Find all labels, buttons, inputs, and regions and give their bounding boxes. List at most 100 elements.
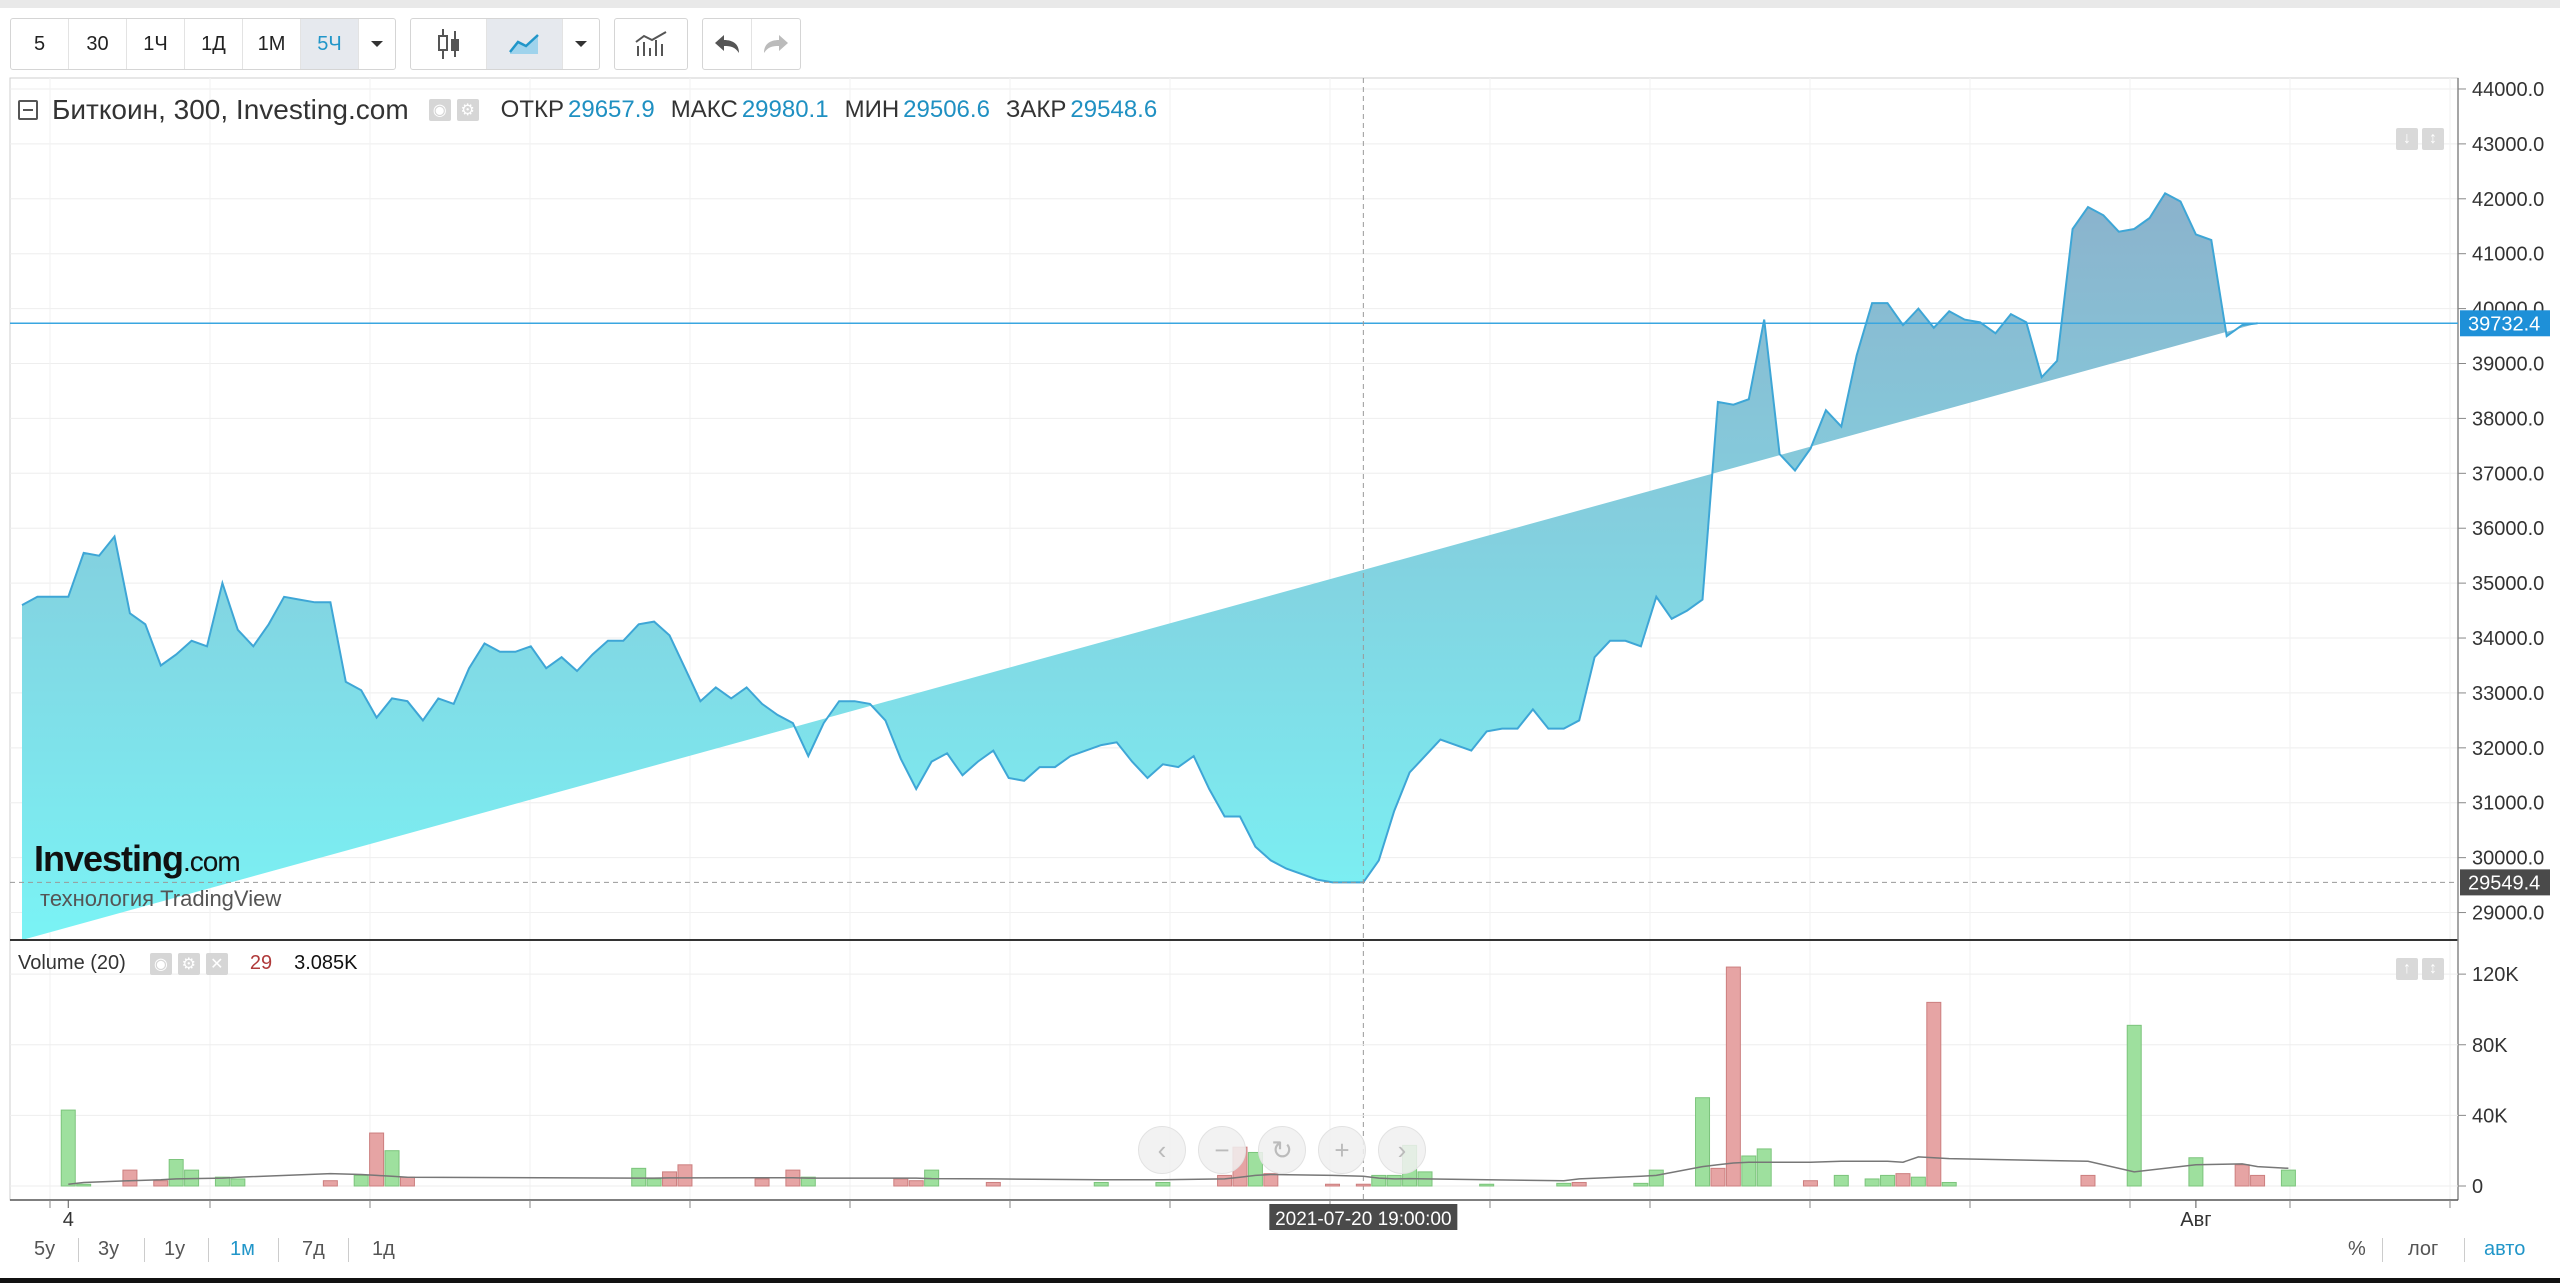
volume-bar bbox=[1756, 1148, 1772, 1187]
y-tick-label: 30000.0 bbox=[2472, 848, 2544, 870]
zoom-out-icon[interactable]: − bbox=[1198, 1126, 1246, 1174]
volume-bar bbox=[1648, 1169, 1664, 1187]
x-tick-label: Авг bbox=[2180, 1209, 2211, 1230]
y-tick-label: 39000.0 bbox=[2472, 354, 2544, 376]
separator bbox=[2464, 1238, 2465, 1262]
price-legend: Биткоин, 300, Investing.com ◉ ⚙ ОТКР 296… bbox=[18, 94, 1157, 126]
range-1m[interactable]: 1м bbox=[230, 1238, 255, 1261]
volume-bar bbox=[1093, 1181, 1109, 1187]
collapse-icon[interactable] bbox=[18, 100, 38, 120]
volume-bar bbox=[60, 1109, 76, 1187]
volume-bar bbox=[399, 1176, 415, 1187]
volume-bar bbox=[1910, 1176, 1926, 1187]
eye-icon[interactable]: ◉ bbox=[428, 99, 451, 121]
volume-bar bbox=[168, 1159, 184, 1187]
volume-bar bbox=[754, 1178, 770, 1187]
volume-bar bbox=[384, 1150, 400, 1187]
separator bbox=[278, 1238, 279, 1262]
volume-bar bbox=[230, 1178, 246, 1187]
open-value: 29657.9 bbox=[568, 96, 655, 123]
gear-icon[interactable]: ⚙ bbox=[177, 952, 200, 975]
y-tick-label: 32000.0 bbox=[2472, 738, 2544, 760]
chart-navigation: ‹ − ↻ + › bbox=[1138, 1126, 1426, 1174]
volume-bar bbox=[1710, 1167, 1726, 1187]
log-toggle[interactable]: лог bbox=[2408, 1238, 2438, 1261]
volume-bar bbox=[1571, 1181, 1587, 1187]
arrow-up-icon[interactable]: ↑ bbox=[2396, 958, 2418, 980]
y-tick-label: 37000.0 bbox=[2472, 463, 2544, 485]
maximize-icon[interactable]: ↕ bbox=[2422, 958, 2444, 980]
reset-icon[interactable]: ↻ bbox=[1258, 1126, 1306, 1174]
y-tick-label: 29000.0 bbox=[2472, 903, 2544, 925]
volume-bar bbox=[2188, 1157, 2204, 1187]
range-3y[interactable]: 3y bbox=[98, 1238, 119, 1261]
zoom-in-icon[interactable]: + bbox=[1318, 1126, 1366, 1174]
volume-bar bbox=[1864, 1178, 1880, 1187]
y-tick-label: 35000.0 bbox=[2472, 573, 2544, 595]
volume-bar bbox=[369, 1132, 385, 1187]
y-tick-label: 38000.0 bbox=[2472, 408, 2544, 430]
volume-bar bbox=[1355, 1183, 1371, 1187]
investing-logo: Investing.com bbox=[34, 838, 241, 880]
volume-pane-controls: ↑ ↕ bbox=[2396, 958, 2444, 980]
crosshair-time-label: 2021-07-20 19:00:00 bbox=[1275, 1209, 1451, 1230]
scroll-right-icon[interactable]: › bbox=[1378, 1126, 1426, 1174]
close-icon[interactable]: ✕ bbox=[205, 952, 228, 975]
auto-toggle[interactable]: авто bbox=[2484, 1238, 2525, 1261]
volume-bar bbox=[2280, 1169, 2296, 1187]
volume-bar bbox=[1741, 1155, 1757, 1187]
volume-bar bbox=[1556, 1182, 1572, 1187]
maximize-icon[interactable]: ↕ bbox=[2422, 128, 2444, 150]
eye-icon[interactable]: ◉ bbox=[149, 952, 172, 975]
arrow-down-icon[interactable]: ↓ bbox=[2396, 128, 2418, 150]
range-5y[interactable]: 5y bbox=[34, 1238, 55, 1261]
volume-title: Volume (20) bbox=[18, 952, 126, 974]
y-tick-label: 43000.0 bbox=[2472, 134, 2544, 156]
volume-bar bbox=[2234, 1164, 2250, 1187]
close-label: ЗАКР bbox=[1005, 96, 1067, 123]
volume-bar bbox=[322, 1180, 338, 1187]
volume-value: 3.085K bbox=[294, 952, 358, 974]
volume-bar bbox=[631, 1167, 647, 1187]
open-label: ОТКР bbox=[500, 96, 564, 123]
y-tick-label: 33000.0 bbox=[2472, 683, 2544, 705]
volume-bar bbox=[1479, 1183, 1495, 1187]
y-tick-label: 31000.0 bbox=[2472, 793, 2544, 815]
logo-suffix: .com bbox=[183, 846, 241, 877]
volume-tick-label: 0 bbox=[2472, 1176, 2483, 1198]
tradingview-credit: технология TradingView bbox=[40, 886, 282, 911]
volume-bar bbox=[1880, 1174, 1896, 1187]
volume-length: 29 bbox=[249, 952, 273, 974]
gear-icon[interactable]: ⚙ bbox=[456, 99, 479, 121]
volume-tick-label: 120K bbox=[2472, 964, 2519, 986]
volume-bar bbox=[1695, 1097, 1711, 1187]
price-pane-controls: ↓ ↕ bbox=[2396, 128, 2444, 150]
volume-bar bbox=[153, 1180, 169, 1187]
volume-bar bbox=[1725, 966, 1741, 1187]
last-price-label: 39732.4 bbox=[2468, 313, 2540, 335]
volume-bar bbox=[985, 1181, 1001, 1187]
volume-bar bbox=[1633, 1182, 1649, 1187]
logo-brand: Investing bbox=[34, 838, 184, 879]
percent-toggle[interactable]: % bbox=[2348, 1238, 2366, 1261]
volume-bar bbox=[1325, 1183, 1341, 1187]
low-value: 29506.6 bbox=[903, 96, 990, 123]
separator bbox=[348, 1238, 349, 1262]
volume-bar bbox=[893, 1178, 909, 1187]
volume-bar bbox=[353, 1174, 369, 1187]
volume-bar bbox=[122, 1169, 138, 1187]
volume-tick-label: 80K bbox=[2472, 1035, 2508, 1057]
volume-bar bbox=[76, 1183, 92, 1187]
volume-bar bbox=[2080, 1174, 2096, 1187]
y-tick-label: 34000.0 bbox=[2472, 628, 2544, 650]
volume-bar bbox=[662, 1171, 678, 1187]
range-1y[interactable]: 1y bbox=[164, 1238, 185, 1261]
volume-bar bbox=[1802, 1180, 1818, 1187]
symbol-title: Биткоин, 300, Investing.com bbox=[52, 94, 409, 125]
scroll-left-icon[interactable]: ‹ bbox=[1138, 1126, 1186, 1174]
range-7d[interactable]: 7д bbox=[302, 1238, 325, 1261]
x-tick-label: 4 bbox=[63, 1209, 74, 1230]
price-chart[interactable]: 29000.0 30000.0 31000.0 32000.0 33000.0 34000… bbox=[0, 0, 2560, 1230]
y-tick-label: 41000.0 bbox=[2472, 244, 2544, 266]
range-1d[interactable]: 1д bbox=[372, 1238, 395, 1261]
